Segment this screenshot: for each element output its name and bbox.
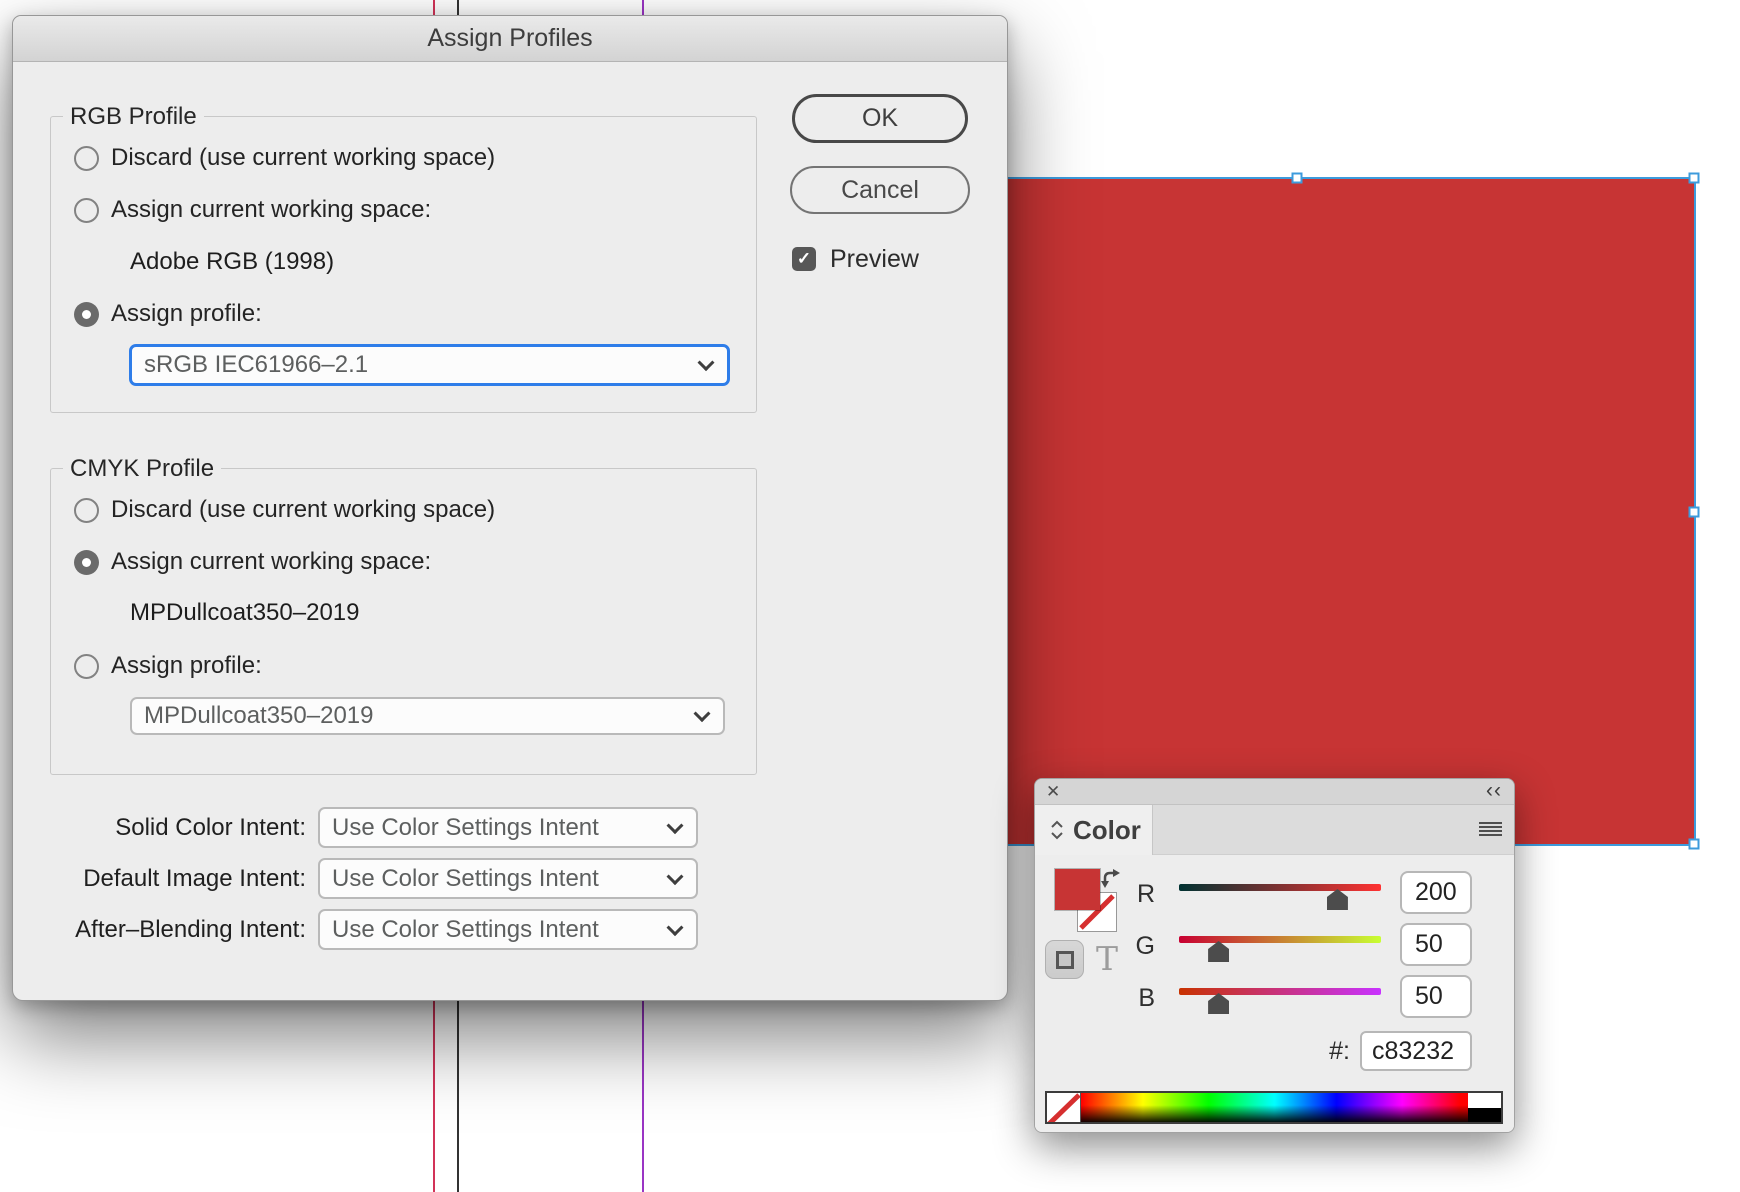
channel-r-slider-thumb[interactable]	[1327, 889, 1348, 910]
cmyk-working-space-value: MPDullcoat350–2019	[130, 600, 360, 626]
cmyk-assign-profile-label[interactable]: Assign profile:	[111, 653, 262, 679]
cmyk-profile-legend: CMYK Profile	[63, 455, 221, 482]
channel-b-label: B	[1115, 985, 1155, 1011]
chevron-down-icon	[667, 868, 684, 885]
rgb-assign-working-label[interactable]: Assign current working space:	[111, 197, 431, 223]
rgb-profile-legend: RGB Profile	[63, 103, 204, 130]
spectrum-none-swatch[interactable]	[1047, 1093, 1081, 1122]
color-panel-header: ✕ ‹‹	[1035, 779, 1514, 805]
assign-profiles-dialog: Assign Profiles RGB Profile Discard (use…	[12, 15, 1008, 1001]
rgb-discard-label[interactable]: Discard (use current working space)	[111, 145, 495, 171]
ok-button[interactable]: OK	[792, 94, 968, 143]
spectrum-black-swatch[interactable]	[1468, 1108, 1501, 1123]
cycle-color-mode-icon	[1050, 819, 1064, 841]
selection-handle-top-mid[interactable]	[1292, 173, 1303, 184]
spectrum-white-swatch[interactable]	[1468, 1093, 1501, 1108]
channel-b-slider[interactable]	[1179, 988, 1381, 995]
solid-color-intent-value: Use Color Settings Intent	[332, 814, 599, 842]
spectrum-rainbow[interactable]	[1081, 1093, 1468, 1122]
cmyk-discard-radio[interactable]	[74, 498, 99, 523]
chevron-down-icon	[698, 354, 715, 371]
color-panel-content: T R 200 G 50 B 50 #: c83232	[1035, 855, 1514, 1132]
after-blending-intent-label: After–Blending Intent:	[34, 916, 306, 943]
none-slash-icon	[1047, 1093, 1081, 1122]
channel-r-value-field[interactable]: 200	[1400, 871, 1472, 914]
channel-r-slider[interactable]	[1179, 884, 1381, 891]
cancel-button[interactable]: Cancel	[790, 166, 970, 214]
rgb-working-space-value: Adobe RGB (1998)	[130, 249, 334, 275]
rgb-profile-group: RGB Profile Discard (use current working…	[50, 116, 757, 413]
channel-g-slider-thumb[interactable]	[1208, 941, 1229, 962]
channel-g-label: G	[1115, 933, 1155, 959]
dialog-body: RGB Profile Discard (use current working…	[13, 62, 1007, 1000]
rgb-assign-profile-radio[interactable]	[74, 302, 99, 327]
chevron-down-icon	[694, 705, 711, 722]
close-icon[interactable]: ✕	[1046, 780, 1060, 804]
default-image-intent-select[interactable]: Use Color Settings Intent	[318, 858, 698, 899]
collapse-panel-icon[interactable]: ‹‹	[1486, 778, 1502, 804]
rgb-assign-working-radio[interactable]	[74, 198, 99, 223]
selection-handle-right-mid[interactable]	[1689, 506, 1700, 517]
chevron-down-icon	[667, 919, 684, 936]
after-blending-intent-value: Use Color Settings Intent	[332, 916, 599, 944]
default-image-intent-value: Use Color Settings Intent	[332, 865, 599, 893]
cmyk-profile-group: CMYK Profile Discard (use current workin…	[50, 468, 757, 775]
formatting-affects-container-button[interactable]	[1045, 940, 1084, 979]
swap-fill-stroke-icon[interactable]	[1101, 869, 1121, 889]
after-blending-intent-select[interactable]: Use Color Settings Intent	[318, 909, 698, 950]
tab-color-label: Color	[1073, 815, 1141, 846]
color-panel: ✕ ‹‹ Color T R 20	[1034, 778, 1515, 1133]
selection-handle-top-right[interactable]	[1689, 173, 1700, 184]
color-spectrum-bar[interactable]	[1045, 1091, 1503, 1124]
cmyk-assign-working-radio[interactable]	[74, 550, 99, 575]
dialog-title: Assign Profiles	[13, 16, 1007, 62]
tab-color[interactable]: Color	[1035, 805, 1153, 855]
spectrum-end-swatches[interactable]	[1468, 1093, 1501, 1122]
cmyk-profile-select-value: MPDullcoat350–2019	[144, 702, 374, 730]
fill-swatch[interactable]	[1055, 869, 1100, 910]
chevron-down-icon	[667, 817, 684, 834]
hex-value-field[interactable]: c83232	[1360, 1031, 1472, 1071]
channel-b-slider-thumb[interactable]	[1208, 993, 1229, 1014]
checkmark-icon: ✓	[797, 249, 811, 269]
selection-handle-bottom-right[interactable]	[1689, 839, 1700, 850]
rgb-profile-select[interactable]: sRGB IEC61966–2.1	[129, 344, 730, 386]
rgb-discard-radio[interactable]	[74, 146, 99, 171]
rgb-profile-select-value: sRGB IEC61966–2.1	[144, 351, 368, 379]
selected-rectangle[interactable]	[898, 177, 1696, 846]
cmyk-assign-profile-radio[interactable]	[74, 654, 99, 679]
rgb-assign-profile-label[interactable]: Assign profile:	[111, 301, 262, 327]
preview-checkbox[interactable]: ✓	[792, 247, 816, 271]
cmyk-profile-select[interactable]: MPDullcoat350–2019	[130, 697, 725, 735]
hex-label: #:	[1305, 1038, 1350, 1064]
solid-color-intent-select[interactable]: Use Color Settings Intent	[318, 807, 698, 848]
color-panel-tabbar: Color	[1035, 805, 1514, 855]
channel-b-value-field[interactable]: 50	[1400, 975, 1472, 1018]
cmyk-assign-working-label[interactable]: Assign current working space:	[111, 549, 431, 575]
default-image-intent-label: Default Image Intent:	[34, 865, 306, 892]
channel-g-slider[interactable]	[1179, 936, 1381, 943]
channel-r-label: R	[1115, 881, 1155, 907]
panel-menu-icon[interactable]	[1479, 822, 1502, 837]
channel-g-value-field[interactable]: 50	[1400, 923, 1472, 966]
preview-label[interactable]: Preview	[830, 246, 919, 272]
container-square-icon	[1056, 951, 1074, 969]
solid-color-intent-label: Solid Color Intent:	[34, 814, 306, 841]
cmyk-discard-label[interactable]: Discard (use current working space)	[111, 497, 495, 523]
